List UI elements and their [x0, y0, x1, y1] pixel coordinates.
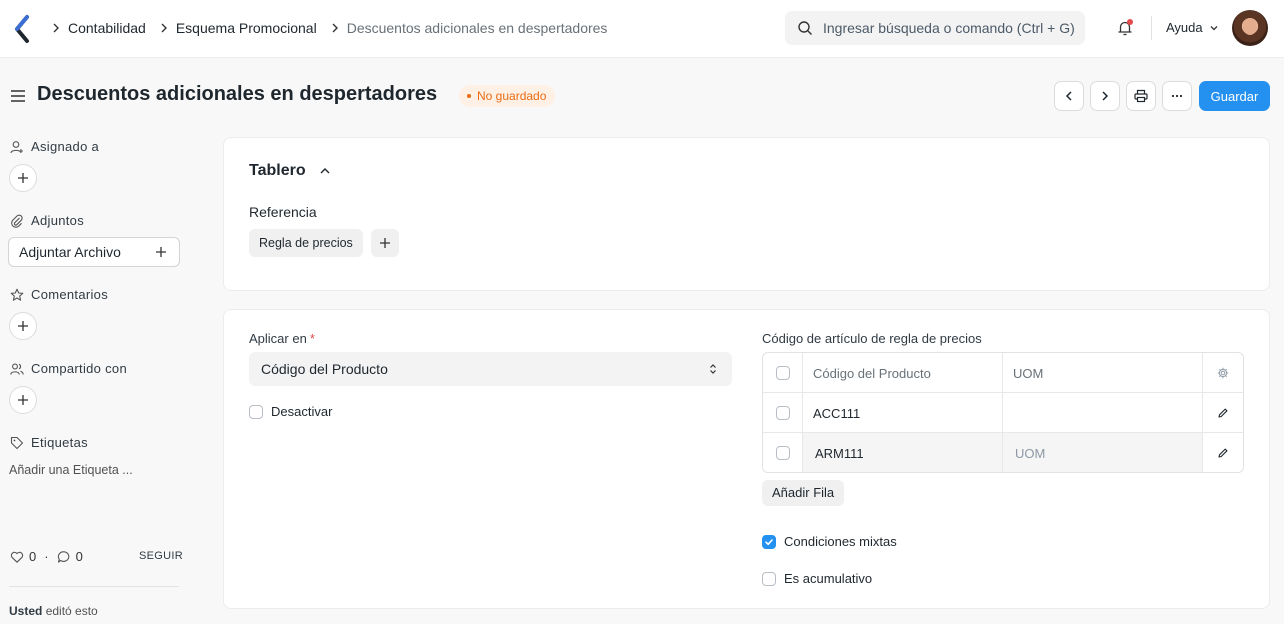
- check-icon: [765, 538, 773, 545]
- previous-doc-button[interactable]: [1054, 81, 1084, 111]
- cell-item-code-input[interactable]: ARM111: [803, 433, 1003, 472]
- save-button[interactable]: Guardar: [1199, 81, 1270, 111]
- add-share-button[interactable]: [9, 386, 37, 414]
- page-title: Descuentos adicionales en despertadores: [37, 83, 438, 105]
- row-checkbox[interactable]: [775, 406, 790, 420]
- edit-activity: Usted editó esto: [9, 604, 98, 618]
- breadcrumb: Contabilidad Esquema Promocional Descuen…: [48, 0, 617, 56]
- likes-comments-summary: 0 · 0: [10, 549, 83, 564]
- pricing-rule-items-table: Código del Producto UOM ACC111 ARM111 UO…: [762, 352, 1244, 473]
- attach-file-button[interactable]: Adjuntar Archivo: [8, 237, 180, 267]
- plus-icon: [156, 247, 166, 257]
- paperclip-icon: [11, 214, 23, 228]
- notification-dot: [1127, 19, 1133, 25]
- follow-button[interactable]: SEGUIR: [139, 550, 183, 562]
- more-icon: [1171, 94, 1183, 98]
- add-comment-button[interactable]: [9, 312, 37, 340]
- plus-icon: [18, 321, 28, 331]
- form-section: Aplicar en * Código del Producto Desactiv…: [223, 309, 1270, 609]
- row-checkbox[interactable]: [775, 446, 790, 460]
- mixed-conditions-row[interactable]: Condiciones mixtas: [762, 534, 897, 549]
- cumulative-row[interactable]: Es acumulativo: [762, 571, 872, 586]
- tags-label: Etiquetas: [10, 435, 88, 450]
- cell-item-code[interactable]: ACC111: [803, 393, 1003, 433]
- users-icon: [10, 363, 24, 375]
- add-pricing-rule-button[interactable]: [371, 229, 399, 257]
- comments-count: 0: [75, 549, 83, 564]
- user-icon: [10, 140, 23, 153]
- breadcrumb-contabilidad[interactable]: Contabilidad: [68, 20, 146, 36]
- more-actions-button[interactable]: [1162, 81, 1192, 111]
- chevron-right-icon: [1102, 91, 1109, 101]
- chevron-right-icon: [332, 23, 338, 33]
- chevron-up-icon[interactable]: [318, 164, 332, 178]
- printer-icon: [1134, 89, 1148, 103]
- disable-checkbox-row[interactable]: Desactivar: [249, 404, 332, 419]
- plus-icon: [18, 173, 28, 183]
- reference-label: Referencia: [249, 204, 317, 220]
- search-input[interactable]: Ingresar búsqueda o comando (Ctrl + G): [785, 11, 1085, 45]
- chevron-down-icon: [1210, 25, 1218, 30]
- grid-label: Código de artículo de regla de precios: [762, 331, 982, 346]
- search-placeholder: Ingresar búsqueda o comando (Ctrl + G): [823, 20, 1075, 36]
- add-assignee-button[interactable]: [9, 164, 37, 192]
- pricing-rule-link[interactable]: Regla de precios: [249, 229, 363, 257]
- add-row-button[interactable]: Añadir Fila: [762, 480, 845, 506]
- help-label: Ayuda: [1166, 20, 1203, 35]
- sidebar-toggle-icon[interactable]: [10, 88, 26, 104]
- tag-icon: [10, 436, 24, 449]
- edit-icon[interactable]: [1217, 407, 1229, 419]
- likes-count: 0: [29, 549, 37, 564]
- select-arrows-icon: [710, 364, 716, 374]
- sidebar-divider: [9, 586, 179, 587]
- app-logo-icon[interactable]: [12, 14, 34, 44]
- comments-label: Comentarios: [10, 287, 108, 302]
- assigned-to-label: Asignado a: [10, 139, 99, 154]
- plus-icon: [380, 238, 390, 248]
- add-tag-link[interactable]: Añadir una Etiqueta ...: [9, 463, 133, 477]
- breadcrumb-esquema-promocional[interactable]: Esquema Promocional: [176, 20, 317, 36]
- heart-icon[interactable]: [10, 550, 24, 564]
- chevron-right-icon: [53, 23, 59, 33]
- page-header: Descuentos adicionales en despertadores …: [0, 78, 1284, 114]
- star-icon: [10, 288, 24, 301]
- cell-uom[interactable]: [1003, 393, 1203, 433]
- mixed-conditions-checkbox[interactable]: [762, 534, 776, 549]
- navbar: Contabilidad Esquema Promocional Descuen…: [0, 0, 1284, 58]
- column-header-item-code: Código del Producto: [803, 353, 1003, 393]
- next-doc-button[interactable]: [1090, 81, 1120, 111]
- print-button[interactable]: [1126, 81, 1156, 111]
- dashboard-section: Tablero Referencia Regla de precios: [223, 137, 1270, 291]
- navbar-divider: [1151, 16, 1152, 40]
- apply-on-select[interactable]: Código del Producto: [249, 352, 732, 386]
- table-row[interactable]: ACC111: [763, 393, 1243, 433]
- dashboard-title[interactable]: Tablero: [249, 162, 332, 180]
- apply-on-label: Aplicar en *: [249, 331, 315, 346]
- status-badge: No guardado: [459, 85, 556, 107]
- cumulative-checkbox[interactable]: [762, 571, 776, 586]
- table-row[interactable]: ARM111 UOM: [763, 433, 1243, 472]
- select-all-checkbox[interactable]: [775, 366, 790, 380]
- user-avatar[interactable]: [1232, 10, 1268, 46]
- column-header-uom: UOM: [1003, 353, 1203, 393]
- table-header-row: Código del Producto UOM: [763, 353, 1243, 393]
- disable-checkbox[interactable]: [249, 404, 263, 419]
- help-dropdown[interactable]: Ayuda: [1166, 20, 1220, 35]
- breadcrumb-current[interactable]: Descuentos adicionales en despertadores: [347, 20, 608, 36]
- chevron-left-icon: [1065, 91, 1072, 101]
- edit-icon[interactable]: [1217, 447, 1229, 459]
- attachments-label: Adjuntos: [10, 213, 84, 228]
- search-icon: [798, 21, 812, 35]
- plus-icon: [18, 395, 28, 405]
- chevron-right-icon: [161, 23, 167, 33]
- cell-uom-input[interactable]: UOM: [1003, 433, 1203, 472]
- shared-with-label: Compartido con: [10, 361, 127, 376]
- comment-icon: [57, 550, 69, 563]
- gear-icon[interactable]: [1217, 367, 1229, 379]
